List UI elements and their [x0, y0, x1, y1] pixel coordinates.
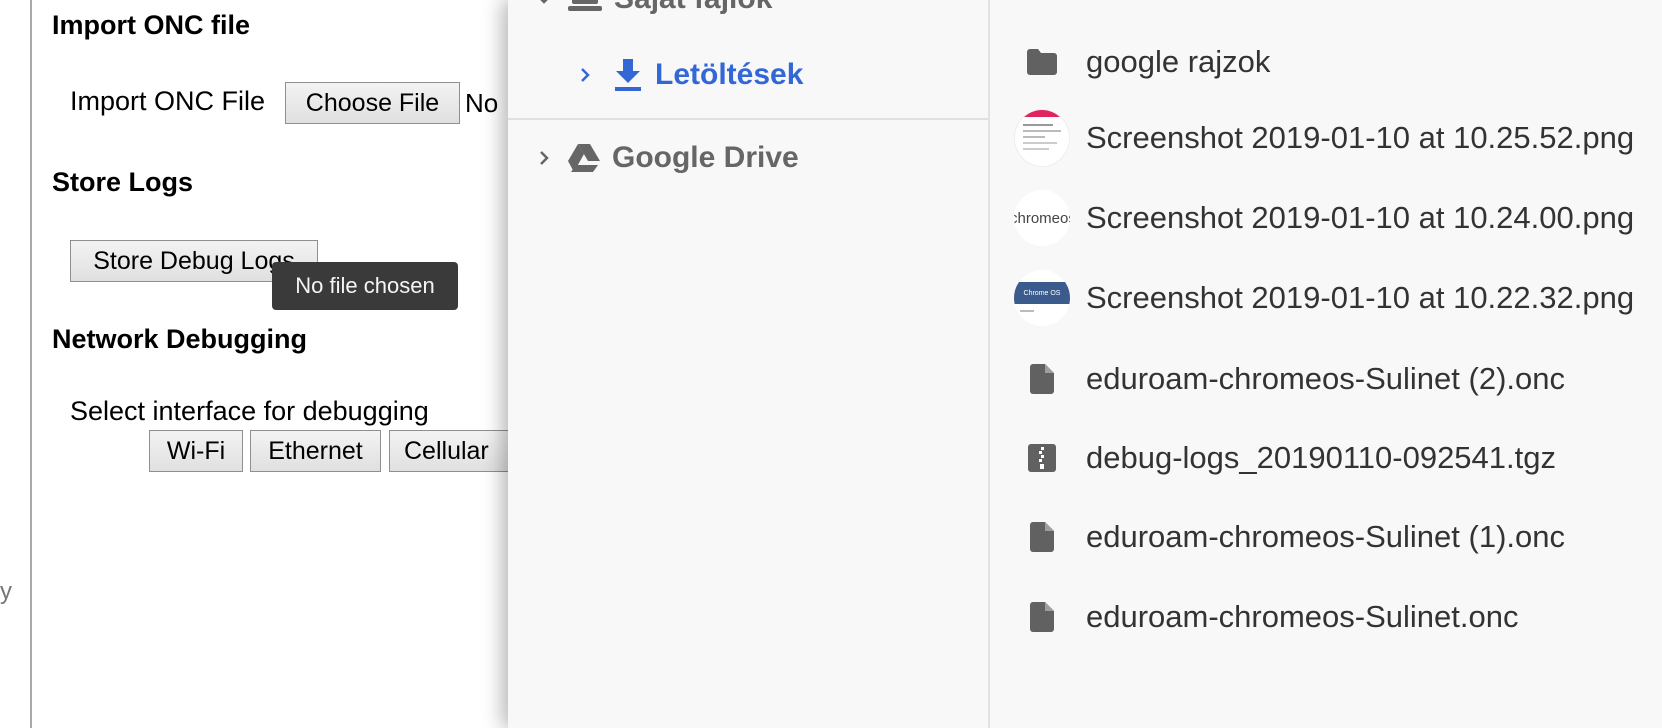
nav-divider [508, 118, 988, 120]
archive-icon [1014, 430, 1070, 486]
directory-tree: Saját fájlok Letöltések Google Drive [508, 0, 988, 728]
debug-interface-label: Select interface for debugging [70, 396, 429, 426]
page-border [30, 0, 32, 728]
network-settings-page: y Import ONC file Import ONC File Choose… [0, 0, 520, 728]
list-item[interactable]: debug-logs_20190110-092541.tgz [990, 418, 1662, 498]
section-title-network-debugging: Network Debugging [52, 324, 307, 354]
list-item[interactable]: eduroam-chromeos-Sulinet (1).onc [990, 497, 1662, 577]
image-thumbnail-icon: Chrome OS [1014, 270, 1070, 326]
file-status-text: No [465, 88, 499, 118]
list-item[interactable]: eduroam-chromeos-Sulinet (2).onc [990, 339, 1662, 419]
chevron-down-icon[interactable] [532, 0, 556, 11]
file-name: Screenshot 2019-01-10 at 10.22.32.png [1086, 280, 1635, 315]
laptop-icon [568, 0, 602, 11]
file-picker-dialog: Saját fájlok Letöltések Google Drive goo… [508, 0, 1662, 728]
nav-item-my-files[interactable]: Saját fájlok [532, 0, 772, 16]
list-item[interactable]: google rajzok [990, 22, 1662, 102]
folder-icon [1014, 34, 1070, 90]
import-onc-label: Import ONC File [70, 86, 266, 116]
file-name: eduroam-chromeos-Sulinet.onc [1086, 599, 1519, 634]
google-drive-icon [568, 144, 600, 172]
chevron-right-icon[interactable] [573, 63, 597, 87]
image-thumbnail-icon [1014, 109, 1070, 167]
choose-file-button[interactable]: Choose File [285, 82, 460, 124]
file-tooltip: No file chosen [272, 262, 458, 310]
file-name: Screenshot 2019-01-10 at 10.25.52.png [1086, 120, 1635, 155]
file-name: debug-logs_20190110-092541.tgz [1086, 440, 1556, 475]
list-item[interactable]: Chrome OS Screenshot 2019-01-10 at 10.22… [990, 258, 1662, 338]
edge-text-fragment: y [0, 578, 12, 605]
nav-item-google-drive[interactable]: Google Drive [532, 141, 799, 175]
image-thumbnail-icon: chromeos [1014, 190, 1070, 246]
nav-label-my-files: Saját fájlok [614, 0, 772, 16]
file-name: eduroam-chromeos-Sulinet (1).onc [1086, 519, 1565, 554]
section-title-import-onc: Import ONC file [52, 10, 251, 40]
list-item[interactable]: chromeos Screenshot 2019-01-10 at 10.24.… [990, 178, 1662, 258]
wifi-button[interactable]: Wi-Fi [149, 430, 243, 472]
file-list: google rajzok Screenshot 2019-01-10 at 1… [990, 0, 1662, 728]
thumbnail-text: chromeos [1014, 209, 1070, 227]
file-name: Screenshot 2019-01-10 at 10.24.00.png [1086, 200, 1635, 235]
chevron-right-icon[interactable] [532, 146, 556, 170]
download-icon [615, 59, 641, 91]
nav-label-google-drive: Google Drive [612, 141, 799, 174]
file-icon [1014, 589, 1070, 645]
thumbnail-text: Chrome OS [1023, 289, 1061, 297]
ethernet-button[interactable]: Ethernet [250, 430, 381, 472]
file-name: google rajzok [1086, 44, 1271, 79]
list-item[interactable]: Screenshot 2019-01-10 at 10.25.52.png [990, 98, 1662, 178]
file-icon [1014, 351, 1070, 407]
file-name: eduroam-chromeos-Sulinet (2).onc [1086, 361, 1565, 396]
cellular-button[interactable]: Cellular [389, 430, 520, 472]
nav-label-downloads: Letöltések [655, 58, 804, 91]
list-item[interactable]: eduroam-chromeos-Sulinet.onc [990, 577, 1662, 657]
file-icon [1014, 509, 1070, 565]
section-title-store-logs: Store Logs [52, 167, 194, 197]
nav-item-downloads[interactable]: Letöltések [573, 58, 803, 92]
